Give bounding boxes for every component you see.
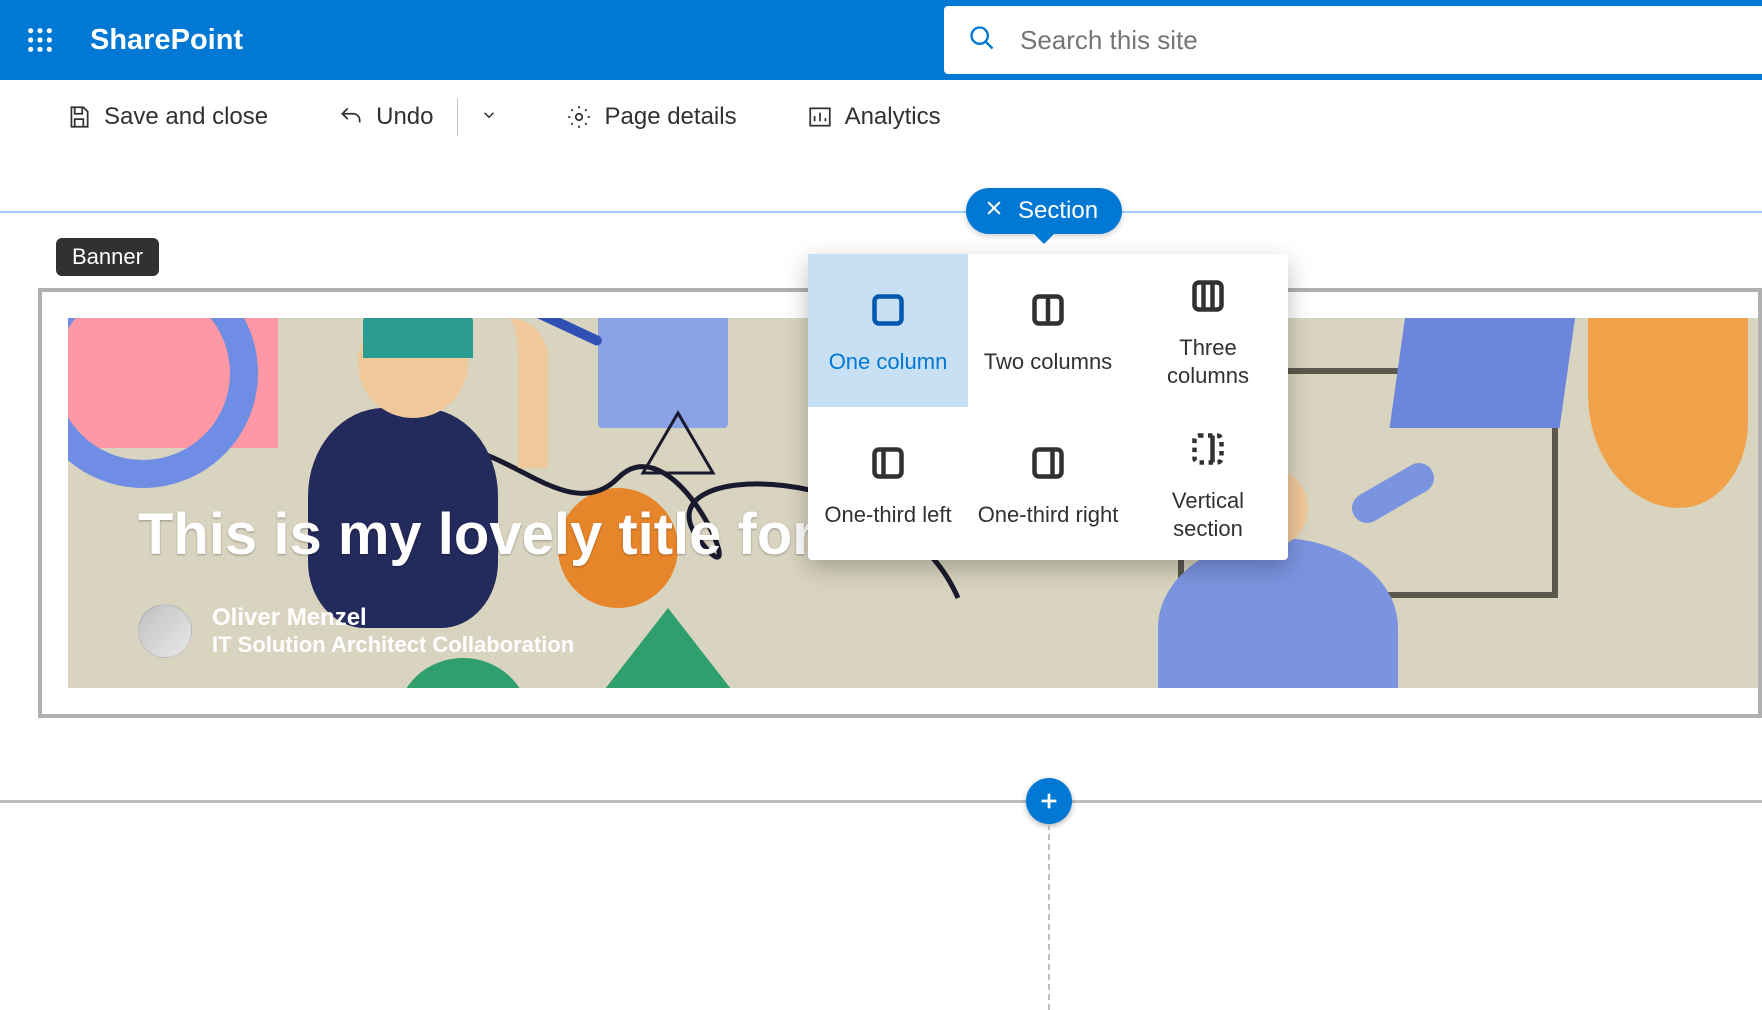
section-toolbar[interactable]: Section (966, 188, 1122, 234)
layout-one-third-right[interactable]: One-third right (968, 407, 1128, 560)
avatar (138, 604, 192, 658)
close-icon[interactable] (984, 197, 1004, 225)
layout-vertical-section[interactable]: Vertical section (1128, 407, 1288, 560)
author-name: Oliver Menzel (212, 604, 574, 632)
undo-dropdown-button[interactable] (472, 97, 506, 137)
command-bar: Save and close Undo Page details Analyti… (0, 80, 1762, 154)
app-header: SharePoint (0, 0, 1762, 80)
webpart-tag-banner: Banner (56, 238, 159, 276)
one-third-right-icon (1028, 443, 1068, 483)
app-launcher-icon[interactable] (18, 18, 62, 62)
vertical-guide-line (1048, 824, 1050, 1010)
page-details-label: Page details (604, 103, 736, 131)
search-box[interactable] (942, 4, 1762, 76)
divider (457, 98, 458, 136)
layout-one-column[interactable]: One column (808, 254, 968, 407)
section-label: Section (1018, 197, 1098, 225)
layout-one-third-left[interactable]: One-third left (808, 407, 968, 560)
section-divider-line (0, 211, 1762, 213)
vertical-section-icon (1188, 429, 1228, 469)
layout-two-columns[interactable]: Two columns (968, 254, 1128, 407)
undo-label: Undo (376, 103, 433, 131)
one-third-left-icon (868, 443, 908, 483)
search-icon (968, 24, 996, 57)
three-columns-icon (1188, 276, 1228, 316)
one-column-icon (868, 290, 908, 330)
brand-title: SharePoint (90, 24, 243, 57)
layout-label: One column (829, 348, 948, 376)
layout-three-columns[interactable]: Three columns (1128, 254, 1288, 407)
page-author[interactable]: Oliver Menzel IT Solution Architect Coll… (138, 604, 574, 658)
layout-label: Three columns (1136, 334, 1280, 389)
layout-label: Two columns (984, 348, 1112, 376)
undo-button[interactable]: Undo (328, 97, 443, 137)
layout-label: One-third left (824, 501, 951, 529)
add-section-button[interactable] (1026, 778, 1072, 824)
save-and-close-button[interactable]: Save and close (56, 97, 278, 137)
save-label: Save and close (104, 103, 268, 131)
section-layout-popover: One column Two columns Three columns One… (808, 254, 1288, 560)
layout-label: Vertical section (1136, 487, 1280, 542)
analytics-button[interactable]: Analytics (797, 97, 951, 137)
two-columns-icon (1028, 290, 1068, 330)
page-details-button[interactable]: Page details (556, 97, 746, 137)
add-section-divider (0, 800, 1762, 803)
analytics-label: Analytics (845, 103, 941, 131)
author-role: IT Solution Architect Collaboration (212, 632, 574, 658)
layout-label: One-third right (978, 501, 1119, 529)
search-input[interactable] (1018, 24, 1762, 57)
